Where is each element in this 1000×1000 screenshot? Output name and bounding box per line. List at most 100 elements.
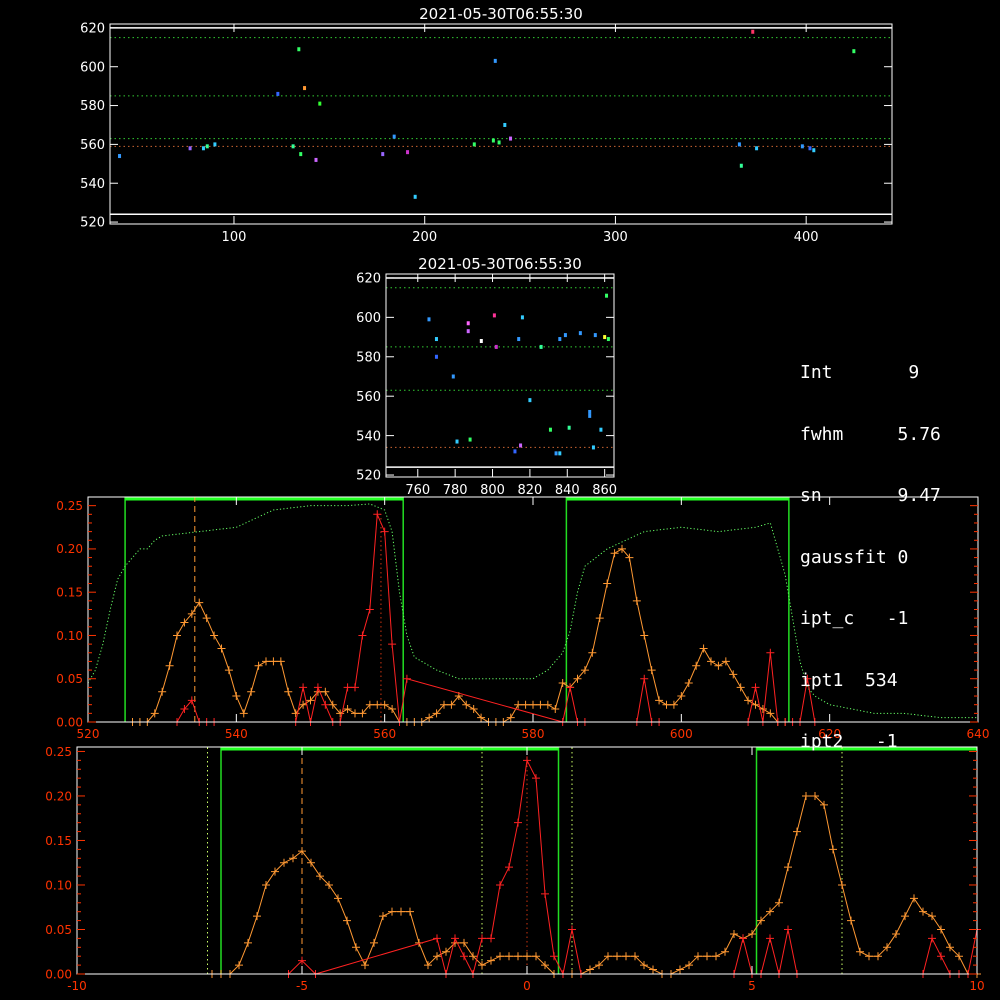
y-tick-label: 520	[80, 216, 105, 231]
data-point	[303, 86, 307, 91]
data-point	[558, 679, 567, 688]
data-point	[603, 579, 612, 588]
data-point	[800, 144, 804, 149]
data-point	[586, 965, 594, 974]
data-point	[321, 687, 330, 696]
data-point	[892, 929, 900, 938]
data-point	[299, 152, 303, 157]
data-point	[784, 925, 792, 934]
x-tick-label: 200	[412, 230, 437, 245]
y-tick-label: 0.10	[45, 878, 72, 892]
info-ipt2: ipt2 -1	[800, 731, 898, 752]
data-point	[865, 952, 873, 961]
data-point	[514, 700, 523, 709]
data-point	[165, 661, 174, 670]
data-point	[413, 194, 417, 199]
y-tick-label: 0.00	[45, 967, 72, 981]
data-point	[937, 952, 945, 961]
data-point	[548, 427, 552, 432]
data-point	[523, 756, 531, 765]
data-point	[647, 666, 656, 675]
data-point	[379, 912, 387, 921]
y-tick-label: 620	[356, 272, 381, 287]
data-point	[425, 713, 434, 722]
plot-frame	[109, 23, 893, 225]
data-point	[370, 938, 378, 947]
data-point	[497, 140, 501, 145]
data-point	[254, 661, 263, 670]
x-tick-label: 0	[523, 979, 531, 993]
data-point	[676, 965, 684, 974]
data-point	[640, 631, 649, 640]
data-point	[173, 631, 181, 640]
y-tick-label: 600	[80, 60, 105, 75]
data-point	[468, 437, 472, 442]
y-tick-label: 540	[356, 429, 381, 444]
y-tick-label: 560	[356, 390, 381, 405]
data-point	[406, 150, 410, 155]
data-point	[568, 925, 576, 934]
data-point	[593, 333, 597, 338]
x-tick-label: 780	[443, 483, 468, 498]
data-point	[202, 614, 211, 623]
data-point	[808, 146, 812, 151]
data-point	[703, 952, 711, 961]
data-point	[158, 687, 167, 696]
data-point	[937, 925, 945, 934]
x-tick-label: 540	[225, 727, 248, 741]
data-point	[721, 947, 729, 956]
data-point	[195, 598, 204, 607]
data-point	[588, 409, 592, 414]
chart-top_scatter: 100 200 300 400 520 540 560 580 600 620 2021-05-30…	[80, 5, 893, 245]
data-point	[433, 934, 441, 943]
data-point	[613, 952, 621, 961]
y-tick-label: 600	[356, 311, 381, 326]
data-point	[558, 337, 562, 342]
data-point	[397, 907, 405, 916]
data-point	[402, 674, 411, 683]
x-tick-label: 760	[405, 483, 430, 498]
y-tick-label: 0.20	[56, 542, 83, 556]
data-point	[649, 965, 657, 974]
data-point	[558, 451, 562, 456]
x-tick-label: 600	[670, 727, 693, 741]
y-tick-label: 620	[80, 22, 105, 37]
data-point	[343, 916, 351, 925]
data-point	[503, 122, 507, 127]
x-tick-label: 560	[373, 727, 396, 741]
data-point	[928, 934, 936, 943]
data-point	[406, 907, 414, 916]
data-point	[232, 692, 241, 701]
data-point	[838, 880, 846, 889]
data-point	[276, 91, 280, 96]
chart-title: 2021-05-30T06:55:30	[418, 255, 582, 273]
data-point	[506, 713, 515, 722]
data-point	[928, 912, 936, 921]
data-point	[494, 344, 498, 349]
data-point	[751, 683, 760, 692]
data-point	[707, 657, 715, 666]
data-point	[365, 605, 374, 614]
data-point	[321, 700, 330, 709]
x-tick-label: 10	[969, 979, 984, 993]
data-point	[509, 136, 513, 141]
data-point	[603, 335, 607, 340]
data-point	[239, 709, 248, 718]
data-point	[381, 152, 385, 157]
data-point	[343, 705, 352, 714]
data-point	[451, 934, 459, 943]
data-point	[550, 952, 558, 961]
data-point	[729, 670, 738, 679]
data-point	[343, 683, 352, 692]
data-point	[847, 916, 855, 925]
x-tick-label: 840	[555, 483, 580, 498]
data-point	[262, 880, 270, 889]
y-tick-label: 560	[80, 138, 105, 153]
data-point	[460, 952, 468, 961]
info-sn: sn 9.47	[800, 485, 941, 506]
data-point	[539, 344, 543, 349]
data-point	[487, 956, 495, 965]
data-point	[388, 640, 397, 649]
data-point	[217, 644, 226, 653]
data-point	[588, 413, 592, 418]
